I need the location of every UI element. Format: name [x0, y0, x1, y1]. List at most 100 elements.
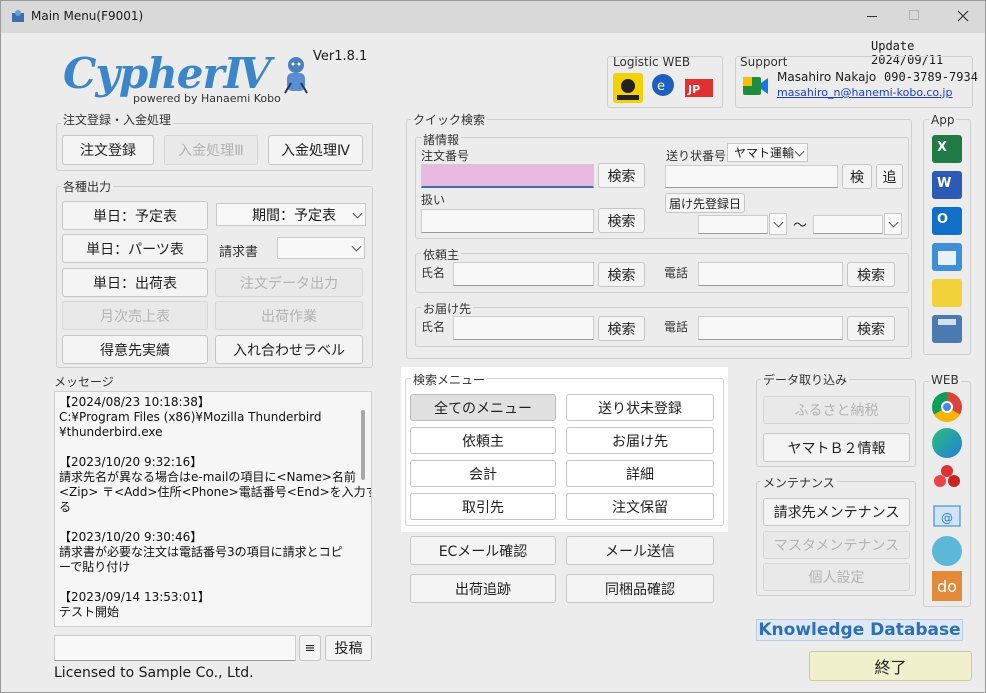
- edge-icon[interactable]: [932, 428, 962, 458]
- knowledge-database-button[interactable]: Knowledge Database: [756, 619, 963, 641]
- accounting-menu-button[interactable]: 会計: [410, 460, 556, 487]
- client-name-search-button[interactable]: 検索: [598, 262, 645, 287]
- shipping-button[interactable]: 単日：出荷表: [62, 268, 208, 297]
- tracking-label: 送り状番号: [666, 149, 727, 163]
- payment-3-button[interactable]: 入金処理Ⅲ: [164, 135, 258, 165]
- schedule-button[interactable]: 単日：予定表: [62, 201, 208, 230]
- payment-4-button[interactable]: 入金処理Ⅳ: [268, 135, 363, 165]
- date-to-picker[interactable]: [884, 213, 902, 235]
- customer-results-button[interactable]: 得意先実績: [62, 335, 208, 364]
- close-button[interactable]: [954, 7, 972, 25]
- message-timestamp: 【2023/10/20 9:30:46】: [59, 530, 203, 544]
- order-no-input[interactable]: [421, 164, 594, 188]
- message-menu-button[interactable]: ≡: [299, 635, 321, 661]
- svg-text:@: @: [941, 511, 953, 525]
- dest-name-search-button[interactable]: 検索: [598, 316, 645, 341]
- sticky-notes-icon[interactable]: [932, 279, 962, 307]
- order-group-title: 注文登録・入金処理: [61, 111, 174, 128]
- shipment-tracking-button[interactable]: 出荷追跡: [410, 574, 556, 603]
- chevron-down-icon: [351, 241, 362, 252]
- date-from-picker[interactable]: [769, 213, 787, 235]
- do-icon[interactable]: do: [932, 571, 962, 601]
- master-maintenance-button[interactable]: マスタメンテナンス: [763, 531, 910, 559]
- handling-search-button[interactable]: 検索: [598, 208, 645, 233]
- delivery-date-button[interactable]: 届け先登録日: [665, 193, 745, 213]
- billing-maintenance-button[interactable]: 請求先メンテナンス: [763, 498, 910, 526]
- monthly-sales-button[interactable]: 月次売上表: [62, 301, 208, 330]
- chevron-down-icon: [352, 208, 363, 219]
- client-menu-button[interactable]: 依頼主: [410, 427, 556, 454]
- logo: CypherⅣ: [63, 49, 271, 98]
- combine-label-button[interactable]: 入れ合わせラベル: [215, 335, 363, 364]
- minimize-button[interactable]: [864, 7, 880, 25]
- flower-icon[interactable]: [932, 463, 962, 493]
- message-list[interactable]: 【2024/08/23 10:18:38】 C:¥Program Files (x…: [54, 391, 372, 627]
- carrier-select[interactable]: ヤマト運輸: [727, 143, 808, 162]
- support-name: Masahiro Nakajo: [777, 70, 877, 84]
- client-phone-label: 電話: [664, 266, 689, 280]
- order-entry-button[interactable]: 注文登録: [62, 135, 154, 165]
- chrome-icon[interactable]: [932, 392, 962, 422]
- word-icon[interactable]: W: [932, 171, 962, 199]
- outlook-icon[interactable]: O: [932, 207, 962, 235]
- client-phone-input[interactable]: [698, 262, 843, 286]
- order-hold-menu-button[interactable]: 注文保留: [566, 493, 714, 520]
- dest-phone-search-button[interactable]: 検索: [847, 316, 895, 341]
- tracking-check-button[interactable]: 検: [842, 164, 872, 189]
- parts-button[interactable]: 単日：パーツ表: [62, 234, 208, 263]
- message-line: <Zip> 〒<Add>住所<Phone>電話番号<End>を入力す: [59, 485, 372, 499]
- dest-name-input[interactable]: [453, 316, 594, 340]
- all-menu-button[interactable]: 全てのメニュー: [410, 394, 556, 421]
- destination-menu-button[interactable]: お届け先: [566, 427, 714, 454]
- chevron-down-icon: [773, 217, 784, 228]
- personal-settings-button[interactable]: 個人設定: [763, 563, 910, 591]
- notepad-icon[interactable]: [932, 243, 962, 271]
- yamato-icon[interactable]: [613, 73, 643, 103]
- tracking-trace-button[interactable]: 追: [876, 164, 903, 189]
- quick-search-title: クイック検索: [411, 111, 488, 128]
- japan-post-icon[interactable]: JP: [683, 71, 715, 103]
- mascot-icon: [279, 53, 313, 97]
- mail-send-button[interactable]: メール送信: [566, 536, 714, 565]
- furusato-button[interactable]: ふるさと納税: [763, 396, 910, 424]
- client-name-input[interactable]: [453, 262, 594, 286]
- bundled-items-button[interactable]: 同梱品確認: [566, 574, 714, 603]
- handling-input[interactable]: [421, 209, 594, 233]
- message-line: 請求書が必要な注文は電話番号3の項目に請求とコピ: [59, 545, 343, 559]
- message-input[interactable]: [54, 635, 296, 661]
- support-email-link[interactable]: masahiro_n@hanemi-kobo.co.jp: [777, 86, 952, 99]
- date-from-input[interactable]: [698, 215, 768, 234]
- detail-menu-button[interactable]: 詳細: [566, 460, 714, 487]
- unregistered-tracking-button[interactable]: 送り状未登録: [566, 394, 714, 421]
- window-title: Main Menu(F9001): [31, 9, 144, 23]
- calculator-icon[interactable]: [932, 315, 962, 343]
- period-select[interactable]: 期間：予定表: [216, 203, 366, 226]
- exit-button[interactable]: 終了: [809, 651, 972, 681]
- message-timestamp: 【2023/10/20 9:32:16】: [59, 455, 203, 469]
- mail-icon[interactable]: @: [932, 500, 962, 530]
- meet-icon[interactable]: [741, 73, 769, 99]
- tracking-input[interactable]: [665, 165, 838, 188]
- excel-icon[interactable]: X: [932, 135, 962, 163]
- post-button[interactable]: 投稿: [325, 635, 372, 661]
- svg-text:e: e: [657, 79, 665, 94]
- dest-phone-input[interactable]: [698, 316, 843, 340]
- support-title: Support: [740, 55, 788, 69]
- shipping-work-button[interactable]: 出荷作業: [215, 301, 363, 330]
- sagawa-icon[interactable]: e: [649, 71, 677, 103]
- date-to-input[interactable]: [813, 215, 883, 234]
- client-phone-search-button[interactable]: 検索: [847, 262, 895, 287]
- title-bar: Main Menu(F9001): [1, 1, 985, 33]
- maximize-button[interactable]: [909, 10, 919, 20]
- invoice-select[interactable]: [277, 237, 365, 259]
- partner-menu-button[interactable]: 取引先: [410, 493, 556, 520]
- message-scrollbar[interactable]: [361, 410, 365, 480]
- carrier-select-value: ヤマト運輸: [734, 146, 795, 160]
- order-data-export-button[interactable]: 注文データ出力: [215, 268, 363, 297]
- ec-mail-button[interactable]: ECメール確認: [410, 536, 556, 565]
- message-line: ーで貼り付け: [59, 560, 131, 574]
- bird-icon[interactable]: [932, 536, 962, 566]
- order-no-search-button[interactable]: 検索: [598, 163, 645, 188]
- yamato-b2-button[interactable]: ヤマトＢ２情報: [763, 433, 910, 462]
- message-line: る: [59, 500, 72, 514]
